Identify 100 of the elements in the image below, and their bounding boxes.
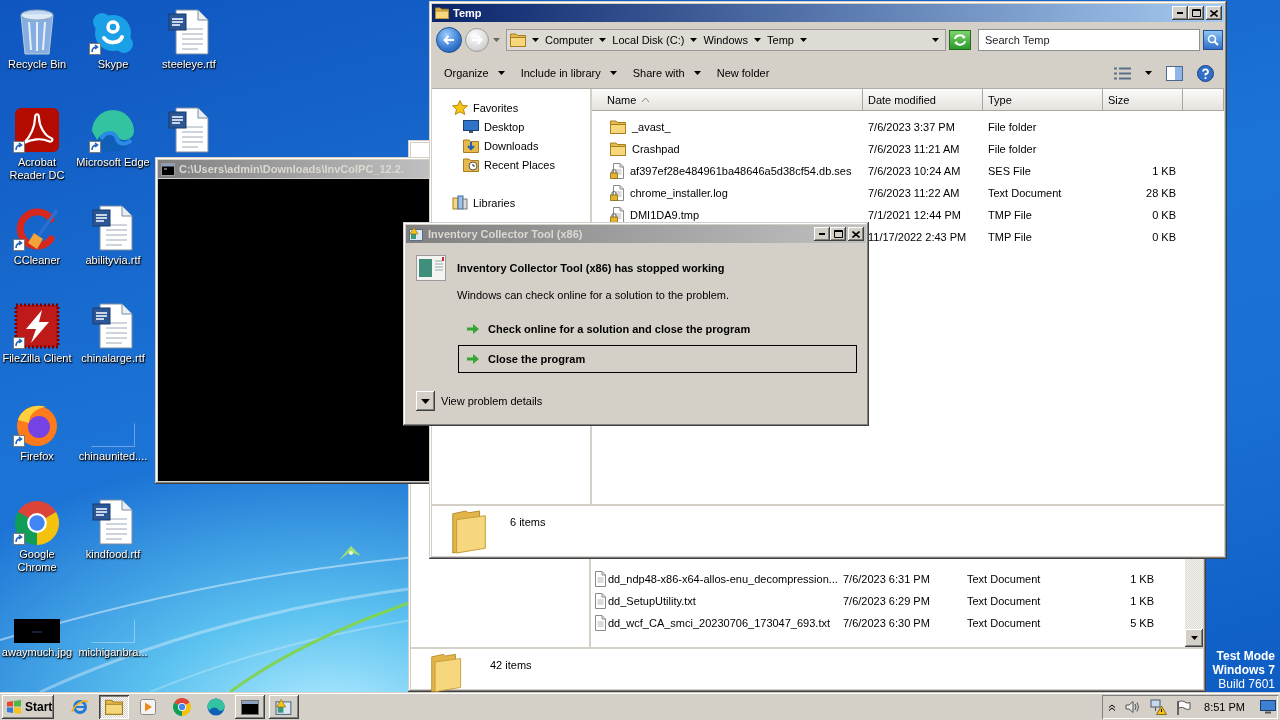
file-type: SES File bbox=[988, 165, 1031, 177]
taskbar-button[interactable] bbox=[99, 695, 129, 719]
file-size: 0 KB bbox=[1152, 209, 1176, 221]
file-name: _avast_ bbox=[632, 121, 671, 133]
expand-button[interactable] bbox=[416, 391, 435, 411]
toolbar-button[interactable]: Share with bbox=[625, 61, 708, 85]
file-name: chrome_installer.log bbox=[630, 187, 728, 199]
desktop-icon-label[interactable]: chinaunited.... bbox=[78, 450, 148, 463]
navigation-item[interactable]: Downloads bbox=[432, 136, 590, 155]
document-icon[interactable] bbox=[92, 205, 134, 251]
flag-icon[interactable] bbox=[1176, 699, 1192, 715]
image-thumbnail-icon[interactable] bbox=[14, 619, 60, 643]
toolbar-button[interactable]: Organize bbox=[437, 61, 512, 85]
folder-icon bbox=[105, 699, 123, 715]
desktop-icon-label[interactable]: CCleaner bbox=[13, 254, 61, 267]
start-button[interactable]: Start bbox=[2, 695, 54, 719]
file-type: File folder bbox=[988, 121, 1037, 133]
chrome-icon[interactable] bbox=[15, 501, 59, 545]
desktop-icon-label[interactable]: Skype bbox=[97, 58, 129, 71]
search-field[interactable]: Search Temp bbox=[978, 29, 1200, 51]
leaf-sparkle-icon bbox=[338, 544, 362, 562]
date-modified: 11/17/2022 2:43 PM bbox=[868, 231, 967, 243]
taskbar-button[interactable] bbox=[269, 695, 299, 719]
network-warning-icon[interactable] bbox=[1150, 699, 1168, 715]
blank-thumbnail-icon[interactable] bbox=[91, 619, 135, 643]
help-icon bbox=[1197, 64, 1214, 82]
recycle-bin-icon[interactable] bbox=[17, 9, 57, 55]
item-count: 6 items bbox=[510, 516, 546, 528]
breadcrumb-item[interactable]: Local Disk (C:) bbox=[612, 34, 685, 46]
navigation-item[interactable]: Libraries bbox=[432, 193, 590, 212]
navigation-item[interactable]: Desktop bbox=[432, 117, 590, 136]
speaker-icon[interactable] bbox=[1125, 700, 1142, 714]
file-type: TMP File bbox=[988, 209, 1032, 221]
caret-down-icon[interactable] bbox=[754, 38, 762, 42]
search-button[interactable] bbox=[1203, 30, 1223, 50]
file-size: 5 KB bbox=[1130, 617, 1154, 629]
close-icon bbox=[1210, 9, 1218, 17]
file-size: 28 KB bbox=[1146, 187, 1176, 199]
chrome-icon bbox=[173, 698, 191, 716]
caret-down-icon[interactable] bbox=[690, 38, 698, 42]
folder-icon bbox=[610, 120, 626, 134]
taskbar-button[interactable] bbox=[235, 695, 265, 719]
column-header[interactable]: Name bbox=[592, 89, 863, 111]
minimize-button[interactable] bbox=[1172, 6, 1188, 20]
ccleaner-icon[interactable] bbox=[15, 207, 59, 251]
breadcrumb-item[interactable]: Windows bbox=[703, 34, 749, 46]
toolbar-button[interactable]: New folder bbox=[709, 61, 777, 85]
scrollbar[interactable] bbox=[1185, 559, 1203, 647]
desktop-icon-label[interactable]: Firefox bbox=[20, 450, 54, 463]
maximize-button[interactable] bbox=[1188, 6, 1204, 20]
edge-icon[interactable] bbox=[91, 109, 135, 153]
address-bar[interactable]: Computer Local Disk (C:) Windows Temp bbox=[506, 29, 946, 51]
command-link[interactable]: Check online for a solution and close the program bbox=[458, 315, 857, 343]
document-icon[interactable] bbox=[168, 107, 210, 153]
app-warning-icon bbox=[275, 699, 293, 715]
desktop-icon-label[interactable]: Microsoft Edge bbox=[76, 156, 150, 169]
show-desktop-button[interactable] bbox=[1260, 697, 1276, 717]
scroll-down-button[interactable] bbox=[1185, 629, 1203, 647]
desktop-icon-label[interactable]: abilityvia.rtf bbox=[85, 254, 141, 267]
column-header[interactable]: Size bbox=[1103, 89, 1183, 111]
details-toggle-label[interactable]: View problem details bbox=[441, 395, 543, 407]
breadcrumb-item[interactable]: Temp bbox=[767, 34, 794, 46]
desktop-icon-label[interactable]: FileZilla Client bbox=[2, 352, 72, 365]
firefox-icon[interactable] bbox=[15, 403, 59, 447]
arrow-left-icon bbox=[443, 35, 455, 45]
desktop-icon-label[interactable]: Google Chrome bbox=[0, 548, 74, 574]
date-modified: 7/6/2023 6:31 PM bbox=[843, 573, 930, 585]
acrobat-icon[interactable] bbox=[14, 107, 60, 153]
document-icon[interactable] bbox=[92, 303, 134, 349]
filezilla-icon[interactable] bbox=[14, 303, 60, 349]
command-link[interactable]: Close the program bbox=[458, 345, 857, 373]
navigation-item[interactable]: Recent Places bbox=[432, 155, 590, 174]
caret-down-icon[interactable] bbox=[599, 38, 607, 42]
date-modified: 7/6/2023 11:21 AM bbox=[868, 143, 960, 155]
media-player-icon bbox=[140, 699, 156, 715]
desktop-icon-label[interactable]: Recycle Bin bbox=[7, 58, 67, 71]
minimize-button[interactable] bbox=[814, 227, 830, 241]
document-icon[interactable] bbox=[92, 499, 134, 545]
back-button[interactable] bbox=[436, 27, 462, 53]
close-button[interactable] bbox=[1206, 6, 1222, 20]
document-icon[interactable] bbox=[168, 9, 210, 55]
desktop-icon-label[interactable]: chinalarge.rtf bbox=[81, 352, 145, 365]
desktop-icon-label[interactable]: Acrobat Reader DC bbox=[0, 156, 74, 182]
file-size: 0 KB bbox=[1152, 231, 1176, 243]
maximize-button[interactable] bbox=[830, 227, 846, 241]
caret-down-icon[interactable] bbox=[532, 38, 539, 42]
library-icon bbox=[452, 195, 468, 210]
breadcrumb-item[interactable]: Computer bbox=[545, 34, 594, 46]
skype-icon[interactable] bbox=[91, 11, 135, 55]
navigation-item[interactable]: Favorites bbox=[432, 98, 590, 117]
arrow-right-icon bbox=[471, 35, 483, 45]
toolbar-button[interactable]: Include in library bbox=[513, 61, 624, 85]
column-header[interactable]: Date modified bbox=[863, 89, 983, 111]
refresh-arrows-icon bbox=[953, 34, 967, 46]
refresh-button[interactable] bbox=[949, 30, 971, 50]
close-button[interactable] bbox=[848, 227, 864, 241]
caret-down-icon[interactable] bbox=[799, 38, 807, 42]
column-header[interactable]: Type bbox=[983, 89, 1103, 111]
desktop-icon-label[interactable]: steeleye.rtf bbox=[162, 58, 216, 71]
blank-thumbnail-icon[interactable] bbox=[91, 423, 135, 447]
